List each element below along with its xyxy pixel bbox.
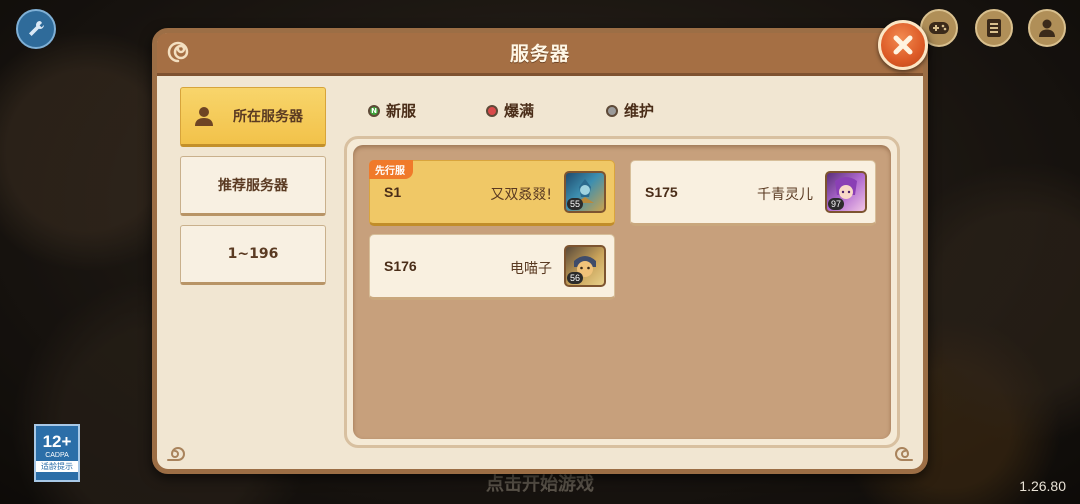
legend-label: 爆满 — [504, 102, 535, 120]
legend-new-server: N 新服 — [368, 100, 416, 121]
tab-label: 推荐服务器 — [218, 178, 288, 194]
player-avatar: 56 — [564, 245, 606, 287]
legend-label: 新服 — [386, 102, 417, 120]
player-name: 又双叒叕! — [490, 187, 552, 203]
player-name: 电喵子 — [510, 261, 552, 277]
age-rating-org: CADPA — [45, 452, 69, 459]
tab-server-range[interactable]: 1~196 — [180, 225, 326, 285]
close-icon — [893, 35, 913, 55]
user-silhouette-icon — [195, 107, 213, 126]
player-level: 56 — [567, 272, 584, 284]
server-id: S175 — [645, 184, 678, 200]
notes-icon — [987, 19, 1001, 37]
player-avatar: 55 — [564, 171, 606, 213]
server-id: S176 — [384, 258, 417, 274]
status-dot-new-icon: N — [368, 104, 380, 117]
settings-button[interactable] — [16, 9, 56, 49]
server-card-s176[interactable]: S176 电喵子 56 — [369, 234, 615, 300]
corner-ornament-icon — [895, 447, 913, 461]
version-label: 1.26.80 — [1019, 478, 1066, 494]
dialog-header: 服务器 — [157, 33, 923, 76]
account-button[interactable] — [1028, 9, 1066, 47]
first-server-badge: 先行服 — [369, 160, 413, 179]
legend-maintenance: 维护 — [606, 100, 654, 121]
status-dot-maintenance-icon — [606, 104, 618, 117]
corner-ornament-icon — [167, 447, 185, 461]
tab-recommended-server[interactable]: 推荐服务器 — [180, 156, 326, 216]
tab-current-server[interactable]: 所在服务器 — [180, 87, 326, 147]
status-dot-full-icon — [486, 104, 498, 117]
wrench-icon — [29, 21, 44, 36]
player-name: 千青灵儿 — [757, 187, 813, 203]
legend-full-server: 爆满 — [486, 100, 534, 121]
close-button[interactable] — [878, 20, 928, 70]
dialog-title: 服务器 — [509, 43, 570, 65]
player-level: 55 — [567, 198, 584, 210]
server-card-s1[interactable]: 先行服 S1 又双叒叕! 55 — [369, 160, 615, 226]
gamepad-icon — [929, 22, 949, 34]
server-id: S1 — [384, 184, 402, 200]
tab-label: 所在服务器 — [233, 109, 303, 125]
tab-label: 1~196 — [227, 246, 279, 262]
legend-label: 维护 — [624, 102, 655, 120]
notice-button[interactable] — [975, 9, 1013, 47]
server-card-s175[interactable]: S175 千青灵儿 97 — [630, 160, 876, 226]
age-rating-value: 12+ — [42, 432, 72, 451]
player-avatar: 97 — [825, 171, 867, 213]
user-icon — [1039, 19, 1055, 37]
player-level: 97 — [828, 198, 845, 210]
